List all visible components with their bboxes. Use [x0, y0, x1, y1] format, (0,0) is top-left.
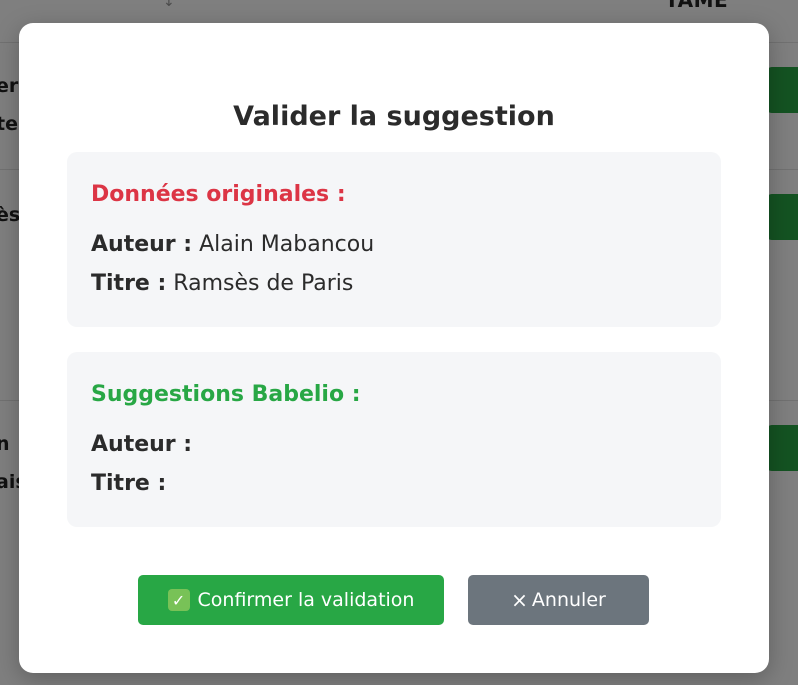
author-label: Auteur :: [91, 432, 193, 457]
title-label: Titre :: [91, 271, 167, 296]
cancel-button-label: Annuler: [531, 589, 606, 611]
modal-title: Valider la suggestion: [233, 101, 555, 132]
cancel-button[interactable]: × Annuler: [468, 575, 649, 625]
original-title-field: Titre : Ramsès de Paris: [91, 271, 353, 296]
suggestion-author-field: Auteur :: [91, 432, 192, 457]
title-label: Titre :: [91, 471, 167, 496]
author-value: Alain Mabancou: [199, 232, 375, 257]
suggestion-card: Suggestions Babelio : Auteur : Titre :: [67, 352, 721, 527]
close-icon: ×: [511, 588, 528, 612]
validation-modal: Valider la suggestion Données originales…: [19, 23, 769, 673]
original-data-card: Données originales : Auteur : Alain Maba…: [67, 152, 721, 327]
title-value: Ramsès de Paris: [173, 271, 354, 296]
suggestion-heading: Suggestions Babelio :: [91, 382, 361, 407]
suggestion-title-field: Titre :: [91, 471, 166, 496]
author-label: Auteur :: [91, 232, 193, 257]
confirm-button-label: Confirmer la validation: [197, 589, 415, 611]
confirm-validation-button[interactable]: ✓ Confirmer la validation: [138, 575, 444, 625]
check-icon: ✓: [167, 589, 190, 611]
original-author-field: Auteur : Alain Mabancou: [91, 232, 374, 257]
original-data-heading: Données originales :: [91, 182, 346, 207]
